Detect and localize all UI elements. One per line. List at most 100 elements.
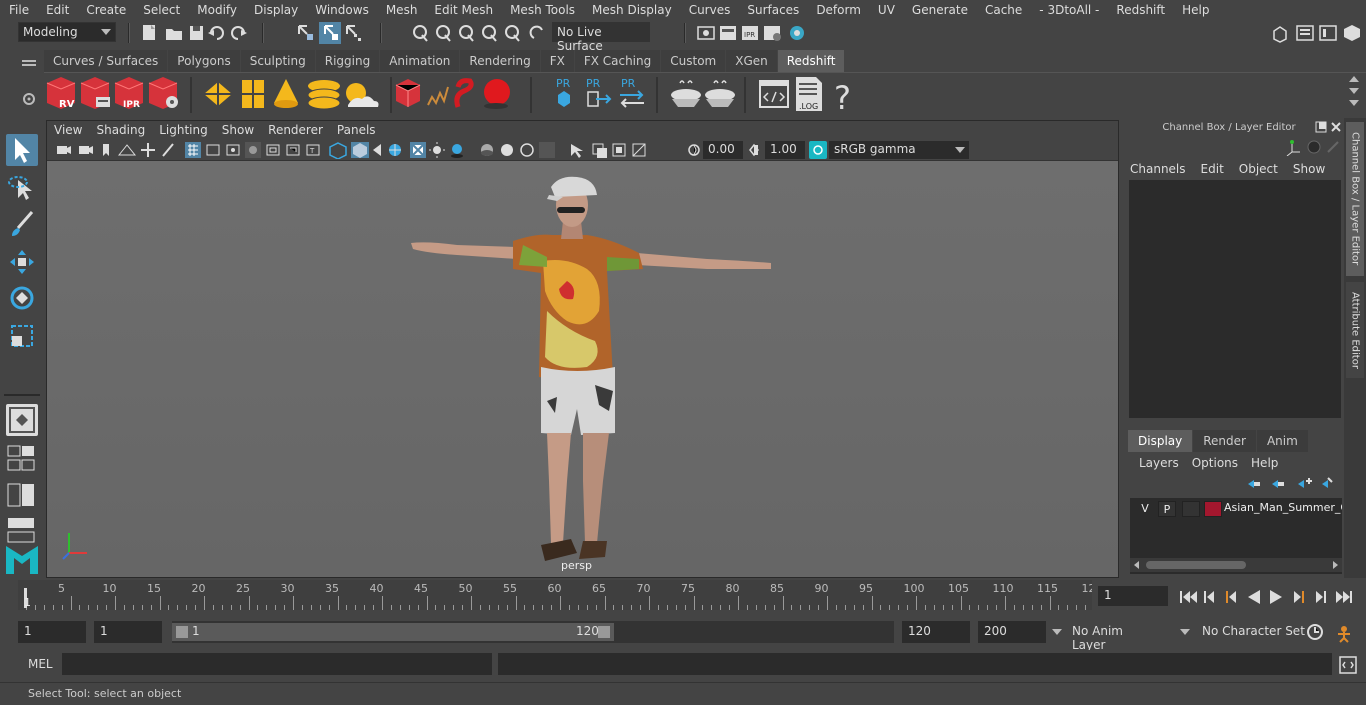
menu-surfaces[interactable]: Surfaces — [738, 3, 807, 17]
open-scene-icon[interactable] — [166, 29, 182, 40]
snap-curve-icon[interactable] — [436, 25, 451, 42]
new-layer-icon[interactable] — [1298, 478, 1312, 488]
redshift-sphere-icon[interactable] — [484, 79, 510, 109]
bookmark-icon[interactable] — [103, 144, 109, 156]
scroll-left-icon[interactable] — [1132, 560, 1142, 570]
shelf-tab-rigging[interactable]: Rigging — [315, 50, 380, 72]
vp-menu-shading[interactable]: Shading — [89, 123, 152, 137]
snap-view-plane-icon[interactable] — [482, 25, 497, 42]
undo-icon[interactable] — [208, 26, 224, 40]
film-gate-icon[interactable] — [206, 144, 220, 156]
paint-select-tool[interactable] — [6, 208, 38, 240]
shelf-scroll[interactable] — [1344, 72, 1364, 112]
move-layer-up-icon[interactable] — [1248, 480, 1260, 488]
render-frame-icon[interactable] — [720, 26, 736, 40]
layer-menu-options[interactable]: Options — [1192, 456, 1238, 470]
menu-modify[interactable]: Modify — [188, 3, 245, 17]
animation-preferences-icon[interactable] — [1338, 626, 1350, 643]
script-editor-button[interactable] — [1338, 655, 1358, 675]
cb-menu-object[interactable]: Object — [1239, 162, 1278, 176]
playback-end-field[interactable]: 120 — [902, 621, 970, 643]
mode-selector[interactable]: Modeling — [18, 22, 116, 42]
exposure-field[interactable]: 0.00 — [703, 141, 743, 159]
layer-playback-toggle[interactable]: P — [1158, 501, 1176, 517]
render-settings-icon[interactable] — [764, 26, 781, 41]
move-tool[interactable] — [6, 246, 38, 278]
step-forward-key-icon[interactable] — [1316, 591, 1326, 603]
vp-menu-show[interactable]: Show — [215, 123, 261, 137]
xray-icon[interactable] — [592, 143, 607, 158]
attribute-editor-icon[interactable] — [1296, 25, 1314, 41]
four-view-layout-icon[interactable] — [7, 445, 35, 471]
menu-create[interactable]: Create — [77, 3, 134, 17]
camera-lock-icon[interactable] — [79, 146, 93, 154]
color-space-dropdown[interactable]: sRGB gamma — [829, 141, 969, 159]
range-start-handle[interactable] — [176, 626, 188, 638]
redshift-area-light-icon[interactable] — [242, 80, 264, 108]
shelf-tab-animation[interactable]: Animation — [380, 50, 460, 72]
shelf-tab-sculpting[interactable]: Sculpting — [240, 50, 315, 72]
menu-help[interactable]: Help — [1173, 3, 1217, 17]
help-icon[interactable]: ? — [834, 79, 851, 117]
menu-edit[interactable]: Edit — [37, 3, 77, 17]
range-handle-bar[interactable] — [172, 623, 614, 641]
scroll-right-icon[interactable] — [1330, 560, 1340, 570]
redshift-render-settings-icon[interactable] — [148, 77, 178, 109]
safe-title-icon[interactable]: T — [306, 144, 320, 156]
shelf-expand-icon[interactable] — [1349, 100, 1359, 106]
auto-key-icon[interactable] — [1307, 624, 1323, 640]
grease-pencil-icon[interactable] — [162, 143, 174, 157]
shelf-tab-fx-caching[interactable]: FX Caching — [574, 50, 661, 72]
use-all-lights-icon[interactable] — [429, 142, 445, 158]
scrollbar-thumb[interactable] — [1146, 561, 1246, 569]
wireframe-on-shaded-icon[interactable] — [389, 144, 401, 156]
resolution-gate-icon[interactable] — [226, 144, 240, 156]
character-set-dropdown[interactable]: No Character Set — [1178, 621, 1305, 643]
shelf-tab-rendering[interactable]: Rendering — [460, 50, 540, 72]
float-panel-icon[interactable] — [1315, 121, 1327, 133]
redshift-sun-sky-icon[interactable] — [346, 83, 379, 107]
go-to-end-icon[interactable] — [1336, 591, 1352, 603]
snap-point-icon[interactable] — [459, 25, 474, 42]
isolate-select-icon[interactable] — [571, 144, 583, 158]
tool-settings-icon[interactable] — [1319, 25, 1337, 41]
redshift-hair-icon[interactable] — [454, 78, 474, 108]
rotate-snap-icon[interactable] — [529, 25, 543, 39]
new-scene-icon[interactable] — [143, 25, 155, 40]
time-slider[interactable]: 5 10 15 20 25 30 35 40 45 50 55 60 65 70 75 80 85 90 95 100… — [18, 580, 1096, 610]
render-view-icon[interactable] — [697, 26, 715, 40]
image-plane-icon[interactable] — [117, 144, 137, 156]
shelf-tab-curves-surfaces[interactable]: Curves / Surfaces — [44, 50, 168, 72]
lasso-tool[interactable] — [6, 172, 38, 204]
menu-edit-mesh[interactable]: Edit Mesh — [425, 3, 501, 17]
pr-export-icon[interactable]: PR — [586, 77, 612, 107]
side-tab-attribute-editor[interactable]: Attribute Editor — [1346, 282, 1364, 378]
range-end-handle[interactable] — [598, 626, 610, 638]
range-bar[interactable]: 1 120 — [172, 621, 894, 643]
single-perspective-layout[interactable] — [6, 404, 38, 436]
pr-cube-icon[interactable]: PR — [556, 77, 571, 107]
camera-icon[interactable] — [57, 146, 71, 154]
redshift-volume-icon[interactable] — [427, 86, 449, 106]
shelf-tab-redshift[interactable]: Redshift — [777, 50, 845, 72]
log-icon[interactable]: .LOG — [796, 77, 822, 111]
layer-tab-anim[interactable]: Anim — [1256, 430, 1308, 452]
viewport-scene[interactable]: persp — [47, 161, 1118, 577]
cb-menu-edit[interactable]: Edit — [1201, 162, 1224, 176]
channel-list[interactable] — [1129, 180, 1341, 418]
go-to-start-icon[interactable] — [1180, 591, 1197, 603]
bake-icon[interactable] — [671, 80, 701, 107]
playback-start-field[interactable]: 1 — [94, 621, 162, 643]
motion-blur-icon[interactable] — [501, 144, 513, 156]
scale-tool[interactable] — [6, 320, 38, 352]
bake-set-icon[interactable] — [705, 80, 735, 107]
menu-curves[interactable]: Curves — [680, 3, 739, 17]
redshift-batch-render-icon[interactable] — [80, 77, 110, 109]
vp-menu-renderer[interactable]: Renderer — [261, 123, 330, 137]
vp-menu-lighting[interactable]: Lighting — [152, 123, 215, 137]
layer-tab-render[interactable]: Render — [1193, 430, 1256, 452]
side-tab-channel-box[interactable]: Channel Box / Layer Editor — [1346, 122, 1364, 276]
layer-visibility-toggle[interactable]: V — [1136, 501, 1154, 517]
select-component-icon[interactable] — [346, 25, 361, 41]
select-tool[interactable] — [6, 134, 38, 166]
